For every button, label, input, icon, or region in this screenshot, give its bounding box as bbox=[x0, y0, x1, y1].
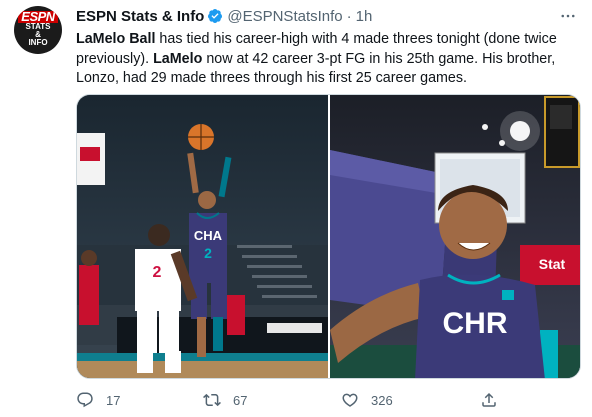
reply-count: 17 bbox=[106, 392, 121, 408]
jersey-team: CHR bbox=[443, 307, 508, 340]
bold-mention-2: LaMelo bbox=[153, 50, 203, 67]
more-icon[interactable] bbox=[558, 6, 578, 26]
banner-text: Stat bbox=[539, 256, 566, 272]
share-icon bbox=[482, 392, 496, 407]
avatar-line-3: INFO bbox=[28, 38, 48, 47]
share-button[interactable] bbox=[480, 391, 498, 409]
reply-button[interactable]: 17 bbox=[76, 391, 120, 409]
tweet-actions: 17 67 326 bbox=[76, 388, 581, 412]
like-count: 326 bbox=[371, 392, 393, 408]
retweet-count: 67 bbox=[233, 392, 248, 408]
defender-jersey-number: 2 bbox=[153, 264, 162, 281]
photo-shooting[interactable]: CHA 2 2 bbox=[77, 95, 328, 378]
reply-icon bbox=[77, 392, 93, 408]
handle[interactable]: @ESPNStatsInfo bbox=[227, 8, 342, 25]
photo-celebrating-illustration: Stat CHR bbox=[330, 95, 580, 378]
photo-shooting-illustration: CHA 2 2 bbox=[77, 95, 328, 378]
shooter-jersey-number: 2 bbox=[204, 245, 212, 261]
verified-icon bbox=[208, 9, 223, 23]
retweet-icon bbox=[203, 393, 221, 407]
display-name[interactable]: ESPN Stats & Info bbox=[76, 8, 204, 25]
tweet-header: ESPN Stats & Info @ESPNStatsInfo · 1h bbox=[76, 7, 372, 25]
shooter-jersey-team: CHA bbox=[194, 228, 223, 243]
like-icon bbox=[342, 393, 358, 407]
timestamp[interactable]: 1h bbox=[356, 8, 373, 25]
avatar[interactable]: ESPN STATS & INFO bbox=[14, 6, 62, 54]
media-grid: CHA 2 2 Stat CHR bbox=[76, 94, 581, 379]
photo-celebrating[interactable]: Stat CHR bbox=[330, 95, 580, 378]
tweet[interactable]: ESPN STATS & INFO ESPN Stats & Info @ESP… bbox=[0, 0, 592, 417]
retweet-button[interactable]: 67 bbox=[203, 391, 247, 409]
bold-mention-1: LaMelo Ball bbox=[76, 31, 156, 47]
like-button[interactable]: 326 bbox=[341, 391, 393, 409]
separator-dot: · bbox=[346, 7, 352, 25]
tweet-text: LaMelo Ball has tied his career-high wit… bbox=[76, 30, 581, 89]
